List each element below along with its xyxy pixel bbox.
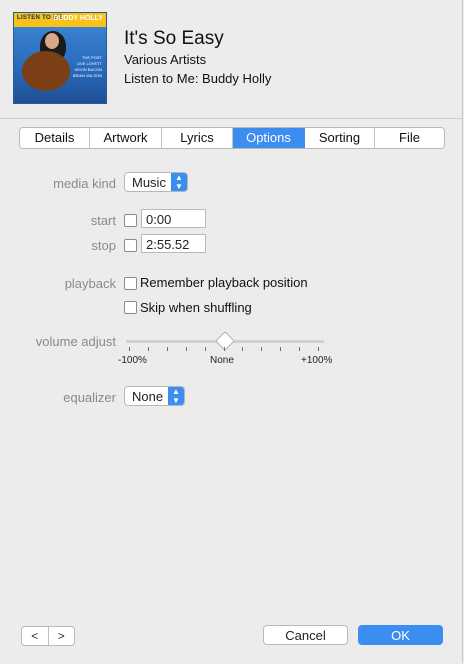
volume-tick [261, 347, 263, 351]
tab-lyrics[interactable]: Lyrics [162, 128, 233, 148]
previous-button[interactable]: < [22, 627, 48, 645]
volume-tick [242, 347, 244, 351]
volume-tick [166, 347, 168, 351]
options-panel: Details Artwork Lyrics Options Sorting F… [0, 118, 462, 663]
equalizer-value: None [132, 389, 164, 404]
next-button[interactable]: > [47, 627, 75, 645]
track-album: Listen to Me: Buddy Holly [124, 71, 272, 86]
song-info-dialog: LISTEN TO ME BUDDY HOLLY THE POST LIVE L… [0, 0, 463, 663]
stop-checkbox[interactable] [124, 239, 137, 252]
volume-tick [204, 347, 206, 351]
volume-tick [223, 347, 225, 351]
chevron-updown-icon: ▲ ▼ [171, 173, 187, 191]
album-artwork-title-line: BRIAN WILSON [72, 73, 102, 78]
equalizer-label: equalizer [63, 390, 116, 405]
tab-file[interactable]: File [375, 128, 444, 148]
tab-sorting[interactable]: Sorting [305, 128, 375, 148]
media-kind-value: Music [132, 175, 166, 190]
stop-time-field[interactable]: 2:55.52 [141, 234, 206, 253]
skip-shuffling-checkbox[interactable] [124, 301, 137, 314]
start-label: start [90, 213, 116, 228]
start-checkbox[interactable] [124, 214, 137, 227]
volume-tick [318, 347, 319, 351]
tab-artwork[interactable]: Artwork [90, 128, 162, 148]
tab-options[interactable]: Options [233, 128, 305, 148]
chevron-updown-icon: ▲ ▼ [168, 387, 184, 405]
track-artist: Various Artists [124, 52, 207, 67]
volume-mid-label: None [210, 355, 234, 366]
header: LISTEN TO ME BUDDY HOLLY THE POST LIVE L… [0, 0, 462, 118]
playback-label: playback [64, 276, 116, 291]
ok-button[interactable]: OK [358, 625, 443, 645]
track-title: It's So Easy [124, 28, 224, 49]
start-time-field[interactable]: 0:00 [141, 209, 206, 228]
remember-position-checkbox[interactable] [124, 277, 137, 290]
tab-details[interactable]: Details [20, 128, 90, 148]
volume-max-label: +100% [301, 355, 333, 366]
album-artwork: LISTEN TO ME BUDDY HOLLY THE POST LIVE L… [13, 12, 107, 104]
volume-adjust-label: volume adjust [35, 334, 116, 349]
album-artwork-band-right: BUDDY HOLLY [53, 15, 103, 22]
media-kind-select[interactable]: Music ▲ ▼ [124, 172, 188, 192]
media-kind-label: media kind [53, 176, 116, 191]
volume-tick [147, 347, 149, 351]
volume-tick [280, 347, 282, 351]
album-artwork-guitar [22, 51, 70, 91]
cancel-button[interactable]: Cancel [263, 625, 348, 645]
volume-min-label: -100% [118, 355, 147, 366]
equalizer-select[interactable]: None ▲ ▼ [124, 386, 185, 406]
album-artwork-titles: THE POST LIVE LOVETT KEVIN BACON BRIAN W… [73, 55, 102, 79]
remember-position-label[interactable]: Remember playback position [140, 275, 308, 290]
volume-tick [129, 347, 130, 351]
volume-tick [299, 347, 301, 351]
nav-buttons: < > [21, 626, 75, 646]
volume-slider-knob[interactable] [214, 331, 235, 351]
stop-label: stop [91, 238, 116, 253]
volume-tick [185, 347, 187, 351]
album-artwork-face [45, 33, 59, 49]
tab-bar: Details Artwork Lyrics Options Sorting F… [19, 127, 445, 149]
skip-shuffling-label[interactable]: Skip when shuffling [140, 300, 252, 315]
